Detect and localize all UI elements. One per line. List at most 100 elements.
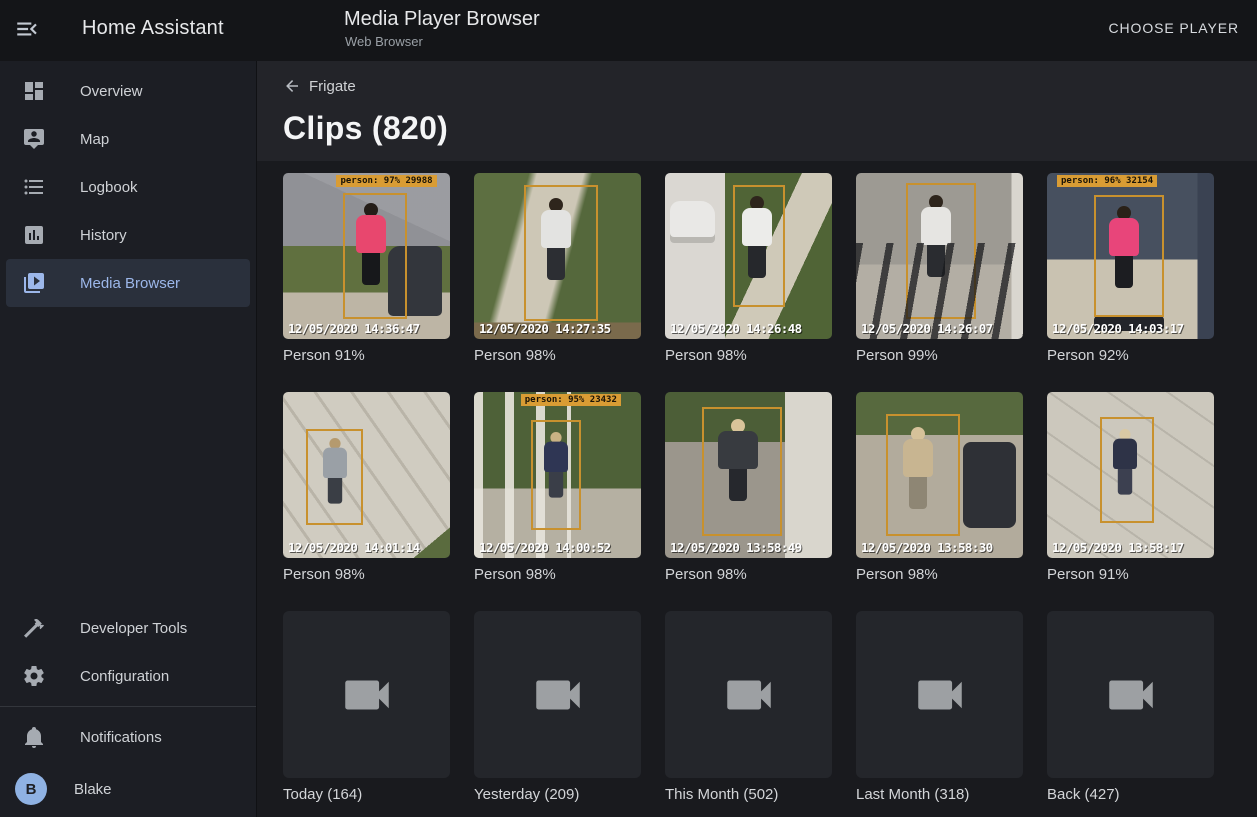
clip-thumbnail: person: 96% 32154 12/05/2020 14:03:17: [1047, 173, 1214, 339]
detection-bounding-box: [1094, 195, 1164, 318]
sidebar-item-label: Map: [80, 131, 109, 148]
sidebar-item-label: Logbook: [80, 179, 138, 196]
clip-card[interactable]: person: 95% 23432 12/05/2020 14:00:52 Pe…: [474, 392, 641, 583]
hammer-icon: [22, 616, 46, 640]
folder-card-back[interactable]: Back (427): [1047, 611, 1214, 803]
stroller-shape: [963, 442, 1016, 528]
sidebar-item-overview[interactable]: Overview: [6, 67, 250, 115]
menu-open-icon: [14, 29, 40, 46]
video-camera-icon: [911, 666, 969, 724]
sidebar-item-developer-tools[interactable]: Developer Tools: [6, 604, 250, 652]
choose-player-button[interactable]: CHOOSE PLAYER: [1109, 20, 1239, 36]
map-account-icon: [22, 127, 46, 151]
sidebar-toggle-button[interactable]: [14, 16, 42, 44]
avatar: B: [15, 773, 47, 805]
clip-caption: Person 98%: [474, 566, 641, 583]
clip-card[interactable]: 12/05/2020 13:58:17 Person 91%: [1047, 392, 1214, 583]
folder-label: This Month (502): [665, 786, 832, 803]
clip-card[interactable]: 12/05/2020 14:01:14 Person 98%: [283, 392, 450, 583]
clip-thumbnail: 12/05/2020 14:27:35: [474, 173, 641, 339]
sidebar-item-logbook[interactable]: Logbook: [6, 163, 250, 211]
media-grid-area: person: 97% 29988 12/05/2020 14:36:47 Pe…: [257, 161, 1257, 817]
main-content: Frigate Clips (820) person: 97% 29988 12…: [257, 61, 1257, 817]
folder-thumbnail: [856, 611, 1023, 778]
video-camera-icon: [1102, 666, 1160, 724]
sidebar-item-user-profile[interactable]: B Blake: [6, 761, 250, 817]
clip-card[interactable]: 12/05/2020 14:26:07 Person 99%: [856, 173, 1023, 364]
sidebar-item-map[interactable]: Map: [6, 115, 250, 163]
clip-thumbnail: 12/05/2020 13:58:49: [665, 392, 832, 558]
detection-label: person: 95% 23432: [521, 394, 621, 406]
clip-card[interactable]: 12/05/2020 14:27:35 Person 98%: [474, 173, 641, 364]
detection-bounding-box: [906, 183, 976, 319]
clip-card[interactable]: 12/05/2020 14:26:48 Person 98%: [665, 173, 832, 364]
detection-bounding-box: [886, 414, 959, 537]
folder-label: Today (164): [283, 786, 450, 803]
media-browser-icon: [22, 271, 46, 295]
sidebar-spacer: [0, 307, 256, 604]
clip-timestamp: 12/05/2020 13:58:17: [1052, 540, 1184, 555]
sidebar-item-label: Configuration: [80, 668, 169, 685]
folder-card-this-month[interactable]: This Month (502): [665, 611, 832, 803]
clip-caption: Person 98%: [283, 566, 450, 583]
clip-timestamp: 12/05/2020 14:27:35: [479, 321, 611, 336]
clip-thumbnail: 12/05/2020 14:26:48: [665, 173, 832, 339]
clip-card[interactable]: 12/05/2020 13:58:49 Person 98%: [665, 392, 832, 583]
clip-thumbnail: person: 97% 29988 12/05/2020 14:36:47: [283, 173, 450, 339]
app-window: Home Assistant Media Player Browser Web …: [0, 0, 1257, 817]
clip-timestamp: 12/05/2020 14:03:17: [1052, 321, 1184, 336]
clip-timestamp: 12/05/2020 13:58:30: [861, 540, 993, 555]
car-shape: [670, 201, 715, 243]
gear-icon: [22, 664, 46, 688]
clip-caption: Person 99%: [856, 347, 1023, 364]
bell-icon: [22, 725, 46, 749]
dashboard-icon: [22, 79, 46, 103]
clip-timestamp: 12/05/2020 14:01:14: [288, 540, 420, 555]
sidebar-item-label: Overview: [80, 83, 143, 100]
folder-card-last-month[interactable]: Last Month (318): [856, 611, 1023, 803]
folder-label: Yesterday (209): [474, 786, 641, 803]
clip-thumbnail: 12/05/2020 13:58:30: [856, 392, 1023, 558]
clip-card[interactable]: person: 97% 29988 12/05/2020 14:36:47 Pe…: [283, 173, 450, 364]
content-header: Frigate Clips (820): [257, 61, 1257, 161]
clip-thumbnail: person: 95% 23432 12/05/2020 14:00:52: [474, 392, 641, 558]
folder-thumbnail: [283, 611, 450, 778]
detection-label: person: 97% 29988: [336, 175, 436, 187]
clip-caption: Person 98%: [665, 347, 832, 364]
detection-label: person: 96% 32154: [1057, 175, 1157, 187]
sidebar-item-notifications[interactable]: Notifications: [6, 713, 250, 761]
detection-bounding-box: [531, 420, 581, 530]
clip-card[interactable]: person: 96% 32154 12/05/2020 14:03:17 Pe…: [1047, 173, 1214, 364]
folder-card-yesterday[interactable]: Yesterday (209): [474, 611, 641, 803]
video-camera-icon: [338, 666, 396, 724]
media-grid: person: 97% 29988 12/05/2020 14:36:47 Pe…: [283, 173, 1231, 803]
sidebar-item-history[interactable]: History: [6, 211, 250, 259]
app-title: Home Assistant: [82, 17, 224, 40]
clip-timestamp: 12/05/2020 14:00:52: [479, 540, 611, 555]
logbook-list-icon: [22, 175, 46, 199]
panel-header: Media Player Browser Web Browser: [344, 8, 540, 49]
clip-timestamp: 12/05/2020 14:26:48: [670, 321, 802, 336]
history-chart-icon: [22, 223, 46, 247]
clip-thumbnail: 12/05/2020 13:58:17: [1047, 392, 1214, 558]
sidebar: Overview Map Logbook History: [0, 61, 257, 817]
folder-thumbnail: [665, 611, 832, 778]
breadcrumb-label: Frigate: [309, 78, 356, 95]
clip-caption: Person 92%: [1047, 347, 1214, 364]
sidebar-divider: [0, 706, 256, 707]
clip-timestamp: 12/05/2020 13:58:49: [670, 540, 802, 555]
sidebar-item-media-browser[interactable]: Media Browser: [6, 259, 250, 307]
sidebar-item-label: History: [80, 227, 127, 244]
breadcrumb-back-frigate[interactable]: Frigate: [283, 77, 356, 95]
folder-label: Back (427): [1047, 786, 1214, 803]
folder-card-today[interactable]: Today (164): [283, 611, 450, 803]
folder-label: Last Month (318): [856, 786, 1023, 803]
clip-card[interactable]: 12/05/2020 13:58:30 Person 98%: [856, 392, 1023, 583]
clip-caption: Person 91%: [1047, 566, 1214, 583]
clip-caption: Person 98%: [856, 566, 1023, 583]
sidebar-item-configuration[interactable]: Configuration: [6, 652, 250, 700]
sidebar-item-label: Notifications: [80, 729, 162, 746]
sidebar-item-label: Media Browser: [80, 275, 180, 292]
clip-caption: Person 91%: [283, 347, 450, 364]
clip-thumbnail: 12/05/2020 14:26:07: [856, 173, 1023, 339]
